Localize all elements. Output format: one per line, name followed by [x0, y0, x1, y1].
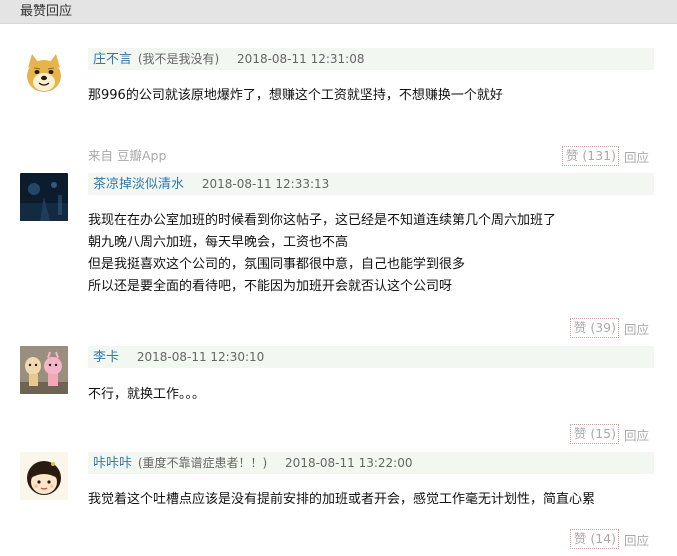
- comment-body: 不行，就换工作。。。: [88, 384, 658, 406]
- comment-time: 2018-08-11 12:33:13: [201, 177, 330, 191]
- comment-line: 朝九晚八周六加班，每天早晚会，工资也不高: [88, 235, 349, 250]
- comment-body: 我觉着这个吐槽点应该是没有提前安排的加班或者开会，感觉工作毫无计划性，简直心累: [88, 489, 658, 511]
- comment-body: 我现在在办公室加班的时候看到你这帖子，这已经是不知道连续第几个周六加班了 朝九晚…: [88, 210, 658, 298]
- shiba-doge-avatar[interactable]: [20, 48, 68, 96]
- author-status: (重度不靠谱症患者！！): [137, 456, 268, 470]
- comments-page: 最赞回应 庄不言 (我不是我没有) 2018-08-11 12:31:08 那9…: [0, 0, 677, 556]
- section-title: 最赞回应: [20, 4, 73, 19]
- author-link[interactable]: 茶凉掉淡似清水: [93, 177, 184, 192]
- author-link[interactable]: 咔咔咔: [93, 456, 132, 471]
- comment-actions: 赞 (15) 回应: [569, 424, 649, 444]
- comment-line: 那996的公司就该原地爆炸了，想赚这个工资就坚持，不想赚换一个就好: [88, 88, 503, 103]
- comment-line: 我觉着这个吐槽点应该是没有提前安排的加班或者开会，感觉工作毫无计划性，简直心累: [88, 492, 596, 507]
- author-link[interactable]: 庄不言: [93, 52, 132, 67]
- comment-line: 所以还是要全面的看待吧，不能因为加班开会就否认这个公司呀: [88, 279, 453, 294]
- comment-meta: 咔咔咔 (重度不靠谱症患者！！) 2018-08-11 13:22:00: [88, 452, 654, 474]
- comment-line: 但是我挺喜欢这个公司的，氛围同事都很中意，自己也能学到很多: [88, 257, 466, 272]
- reply-button[interactable]: 回应: [624, 425, 649, 444]
- comment-meta: 茶凉掉淡似清水 2018-08-11 12:33:13: [88, 173, 654, 195]
- comment-line: 我现在在办公室加班的时候看到你这帖子，这已经是不知道连续第几个周六加班了: [88, 213, 557, 228]
- comment-line: 不行，就换工作。。。: [88, 387, 206, 402]
- author-status: (我不是我没有): [137, 52, 220, 66]
- comment-actions: 赞 (39) 回应: [569, 318, 649, 338]
- vote-button[interactable]: 赞 (131): [561, 146, 619, 166]
- comment-body: 那996的公司就该原地爆炸了，想赚这个工资就坚持，不想赚换一个就好: [88, 85, 658, 107]
- vote-button[interactable]: 赞 (15): [569, 424, 619, 444]
- vote-button[interactable]: 赞 (39): [569, 318, 619, 338]
- comment-actions: 赞 (131) 回应: [561, 146, 649, 166]
- reply-button[interactable]: 回应: [624, 147, 649, 166]
- toys-photo-avatar[interactable]: [20, 346, 68, 394]
- comment-time: 2018-08-11 12:30:10: [136, 350, 265, 364]
- dark-night-avatar[interactable]: [20, 173, 68, 221]
- comment-meta: 庄不言 (我不是我没有) 2018-08-11 12:31:08: [88, 48, 654, 70]
- section-header: 最赞回应: [0, 0, 677, 24]
- reply-button[interactable]: 回应: [624, 319, 649, 338]
- comment-time: 2018-08-11 13:22:00: [285, 456, 413, 470]
- comment-source: 来自 豆瓣App: [88, 148, 167, 163]
- comment-meta: 李卡 2018-08-11 12:30:10: [88, 346, 654, 368]
- author-link[interactable]: 李卡: [93, 350, 119, 365]
- vote-button[interactable]: 赞 (14): [569, 529, 619, 549]
- reply-button[interactable]: 回应: [624, 530, 649, 549]
- comment-time: 2018-08-11 12:31:08: [237, 52, 365, 66]
- comment-actions: 赞 (14) 回应: [569, 529, 649, 549]
- cartoon-girl-avatar[interactable]: [20, 452, 68, 500]
